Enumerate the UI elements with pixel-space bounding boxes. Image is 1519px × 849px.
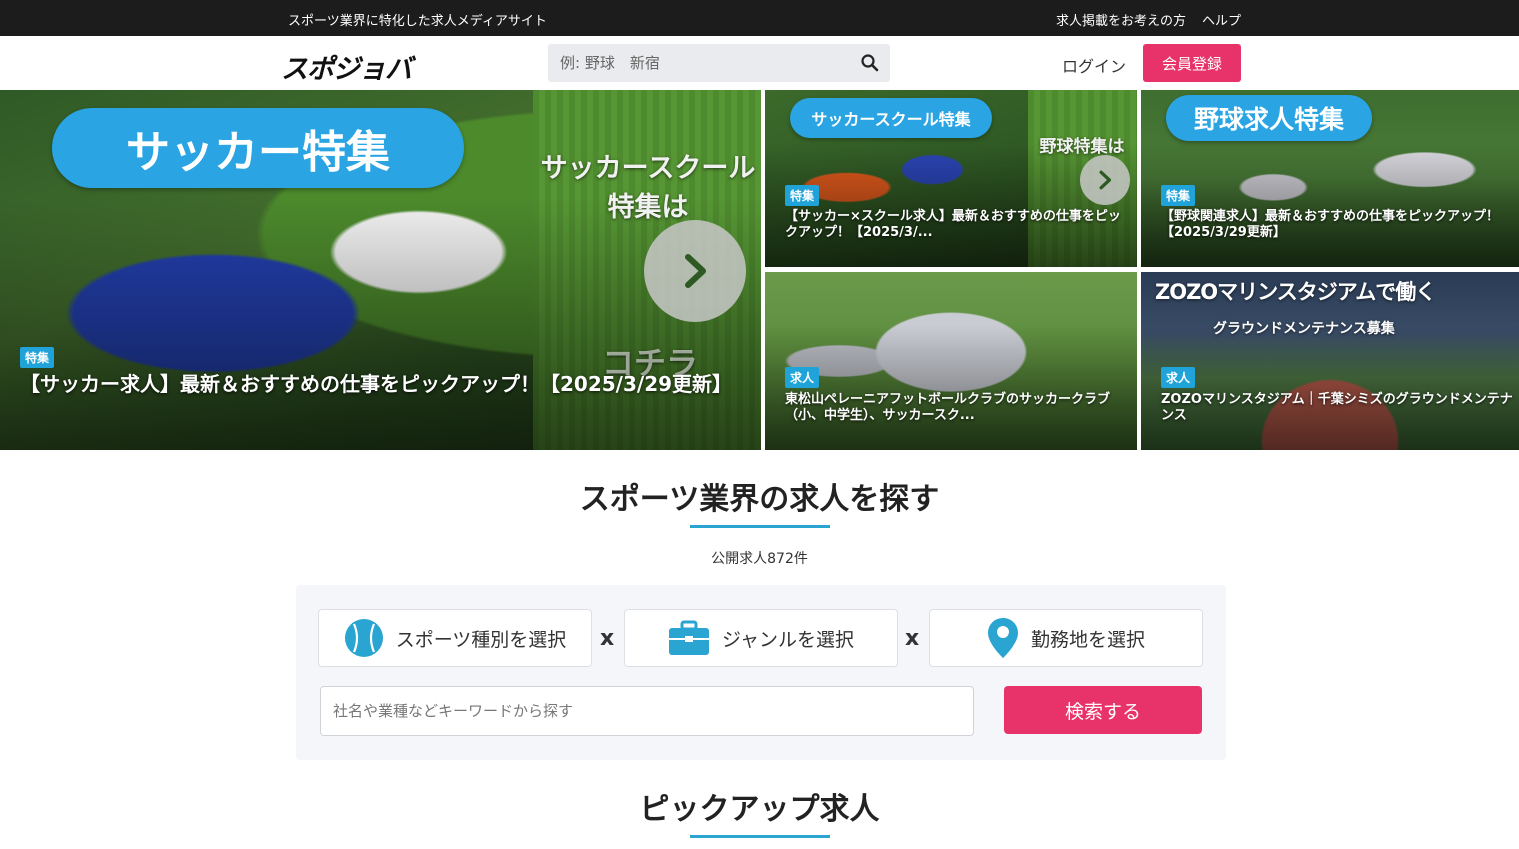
hero-tile-4-heading: ZOZOマリンスタジアムで働く bbox=[1155, 280, 1436, 304]
pickup-section-underline bbox=[690, 835, 830, 838]
hero-tile-3-badge: 求人 bbox=[785, 367, 820, 388]
hero-tile-4-sub: グラウンドメンテナンス募集 bbox=[1213, 321, 1395, 337]
genre-select-label: ジャンルを選択 bbox=[721, 628, 855, 651]
hero-tile-2-badge: 特集 bbox=[1161, 185, 1196, 206]
header-search bbox=[548, 44, 890, 82]
hero-main-badge: 特集 bbox=[20, 347, 55, 368]
site-logo[interactable]: スポジョバ bbox=[281, 47, 412, 86]
pickup-section-title: ピックアップ求人 bbox=[639, 792, 880, 827]
register-button[interactable]: 会員登録 bbox=[1143, 44, 1241, 82]
search-icon[interactable] bbox=[860, 53, 880, 73]
hero-tile-4-title[interactable]: ZOZOマリンスタジアム｜千葉シミズのグラウンドメンテナンス bbox=[1161, 392, 1517, 425]
login-link[interactable]: ログイン bbox=[1062, 53, 1126, 77]
hero-main-side-text: サッカースクール 特集は bbox=[540, 153, 756, 223]
hero-tile-1-pill: サッカースクール特集 bbox=[790, 98, 992, 138]
times-sign: x bbox=[600, 626, 615, 651]
chevron-right-icon bbox=[685, 254, 706, 288]
hero-tile-2-pill: 野球求人特集 bbox=[1166, 95, 1372, 141]
hero-tile-soccer-school[interactable]: サッカースクール特集 野球特集は 特集 【サッカー×スクール求人】最新＆おすすめ… bbox=[765, 90, 1137, 267]
hero-tile-2-title[interactable]: 【野球関連求人】最新＆おすすめの仕事をピックアップ！【2025/3/29更新】 bbox=[1161, 209, 1511, 242]
employer-link[interactable]: 求人掲載をお考えの方 bbox=[1056, 10, 1186, 29]
search-section-title: スポーツ業界の求人を探す bbox=[579, 482, 940, 517]
sport-select-label: スポーツ種別を選択 bbox=[395, 628, 567, 651]
keyword-input[interactable] bbox=[320, 686, 974, 736]
search-section-underline bbox=[690, 525, 830, 528]
top-bar: スポーツ業界に特化した求人メディアサイト 求人掲載をお考えの方 ヘルプ bbox=[0, 0, 1519, 36]
hero-main-tile[interactable]: サッカー特集 サッカースクール 特集は コチラ 特集 【サッカー求人】最新＆おす… bbox=[0, 90, 761, 450]
search-panel: スポーツ種別を選択 x ジャンルを選択 x 勤務地を選択 検索する bbox=[296, 585, 1226, 760]
header-search-input[interactable] bbox=[548, 44, 848, 82]
baseball-icon bbox=[344, 619, 383, 657]
location-select[interactable]: 勤務地を選択 bbox=[929, 609, 1203, 667]
search-submit-button[interactable]: 検索する bbox=[1004, 686, 1202, 734]
hero-tile-1-side-text: 野球特集は bbox=[1039, 137, 1125, 157]
hero-tile-baseball[interactable]: 野球求人特集 特集 【野球関連求人】最新＆おすすめの仕事をピックアップ！【202… bbox=[1141, 90, 1519, 267]
chevron-right-icon bbox=[1099, 170, 1112, 190]
job-count: 公開求人872件 bbox=[711, 551, 808, 567]
hero-main-pill: サッカー特集 bbox=[52, 108, 464, 188]
hero-main-title[interactable]: 【サッカー求人】最新＆おすすめの仕事をピックアップ！【2025/3/29更新】 bbox=[20, 372, 750, 397]
map-pin-icon bbox=[987, 618, 1018, 658]
genre-select[interactable]: ジャンルを選択 bbox=[624, 609, 898, 667]
location-select-label: 勤務地を選択 bbox=[1030, 628, 1145, 651]
sport-select[interactable]: スポーツ種別を選択 bbox=[318, 609, 592, 667]
site-tagline: スポーツ業界に特化した求人メディアサイト bbox=[288, 14, 547, 29]
hero-tile-higashimatsuyama[interactable]: 求人 東松山ペレーニアフットボールクラブのサッカークラブ（小、中学生）、サッカー… bbox=[765, 272, 1137, 450]
hero-tile-3-title[interactable]: 東松山ペレーニアフットボールクラブのサッカークラブ（小、中学生）、サッカースク.… bbox=[785, 392, 1135, 425]
hero-tile-1-title[interactable]: 【サッカー×スクール求人】最新＆おすすめの仕事をピックアップ！【2025/3/.… bbox=[785, 209, 1131, 242]
site-header: スポジョバ ログイン 会員登録 bbox=[0, 36, 1519, 90]
hero-banner: サッカー特集 サッカースクール 特集は コチラ 特集 【サッカー求人】最新＆おす… bbox=[0, 90, 1519, 450]
hero-tile-zozo[interactable]: ZOZOマリンスタジアムで働く グラウンドメンテナンス募集 求人 ZOZOマリン… bbox=[1141, 272, 1519, 450]
hero-main-arrow bbox=[644, 220, 746, 322]
hero-tile-4-badge: 求人 bbox=[1161, 367, 1196, 388]
help-link[interactable]: ヘルプ bbox=[1202, 10, 1241, 29]
top-links: 求人掲載をお考えの方 ヘルプ bbox=[1056, 10, 1241, 29]
briefcase-icon bbox=[668, 620, 709, 655]
hero-tile-1-badge: 特集 bbox=[785, 185, 820, 206]
hero-tile-1-arrow bbox=[1080, 155, 1130, 205]
times-sign: x bbox=[905, 626, 920, 651]
